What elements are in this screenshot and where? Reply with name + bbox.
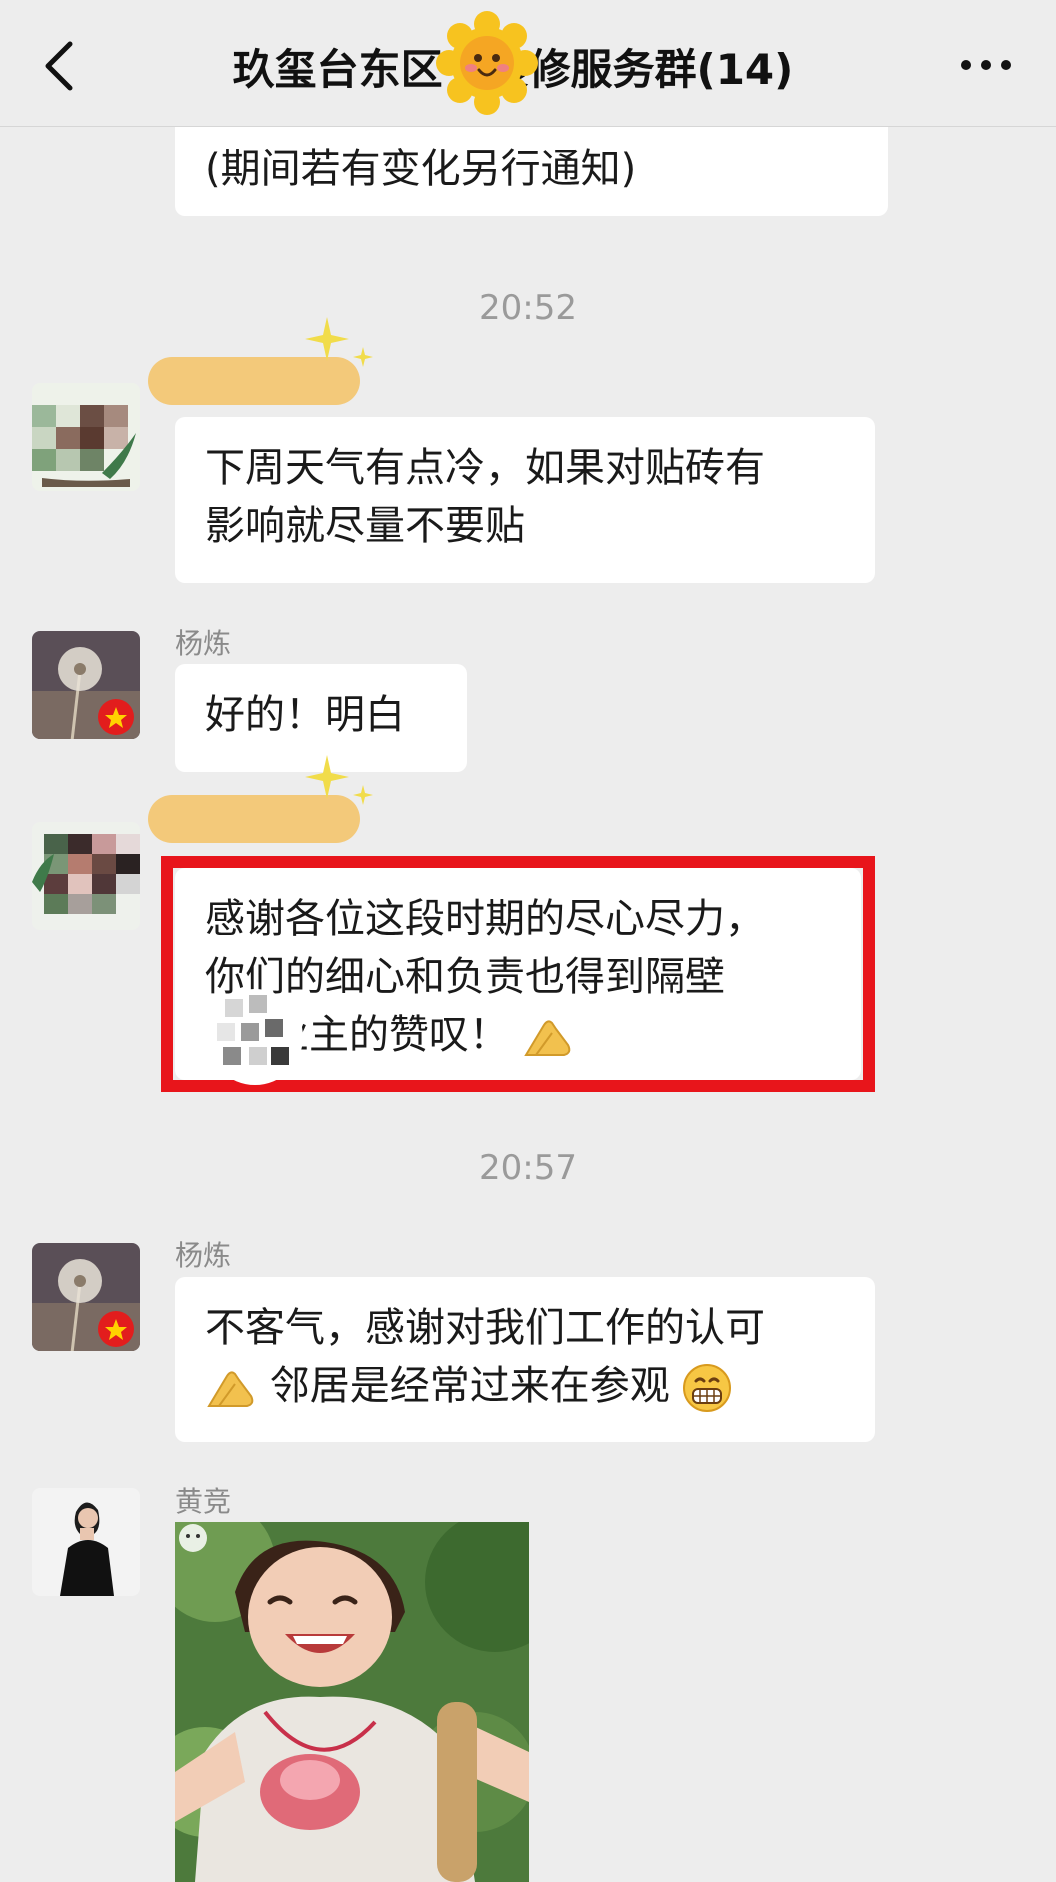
timestamp: 20:57 — [479, 1148, 577, 1188]
timestamp: 20:52 — [479, 288, 577, 328]
more-button[interactable] — [956, 40, 1016, 90]
message-text-line: 影响就尽量不要贴 — [205, 503, 525, 549]
avatar[interactable] — [32, 822, 140, 930]
message-text-line: 下周天气有点冷，如果对贴砖有 — [205, 445, 765, 491]
woman-avatar-icon — [32, 1488, 140, 1596]
chevron-left-icon — [45, 41, 73, 91]
sparkle-icon — [305, 317, 373, 367]
dandelion-avatar-icon — [32, 1243, 140, 1351]
avatar[interactable] — [32, 383, 140, 491]
sender-name: 杨炼 — [175, 1239, 232, 1272]
mosaic-blur-sticker — [207, 989, 303, 1085]
sender-name: 杨炼 — [175, 627, 232, 660]
dandelion-avatar-icon — [32, 631, 140, 739]
grin-emoji-icon — [683, 1364, 732, 1412]
message-text: (期间若有变化另行通知) — [205, 146, 637, 192]
pixelated-avatar-icon — [32, 822, 140, 930]
pixelated-avatar-icon — [32, 383, 140, 491]
more-dots-icon — [961, 60, 1011, 70]
avatar[interactable] — [32, 631, 140, 739]
message-text: 好的！明白 — [205, 692, 405, 738]
avatar[interactable] — [32, 1488, 140, 1596]
message-text-line: 邻居是经常过来在参观 — [269, 1363, 670, 1409]
sparkle-icon — [305, 755, 373, 805]
message-text-line: 不客气，感谢对我们工作的认可 — [205, 1305, 765, 1351]
message-bubble[interactable]: 下周天气有点冷，如果对贴砖有 影响就尽量不要贴 — [175, 417, 875, 583]
avatar[interactable] — [32, 1243, 140, 1351]
child-photo-image — [175, 1522, 529, 1882]
message-bubble[interactable]: 不客气，感谢对我们工作的认可 邻居是经常过来在参观 — [175, 1277, 875, 1442]
sun-sticker-icon — [436, 11, 538, 115]
clap-emoji-icon — [207, 1371, 254, 1407]
sender-name: 黄竞 — [175, 1485, 232, 1518]
back-button[interactable] — [36, 36, 86, 96]
photo-message[interactable] — [175, 1522, 529, 1882]
